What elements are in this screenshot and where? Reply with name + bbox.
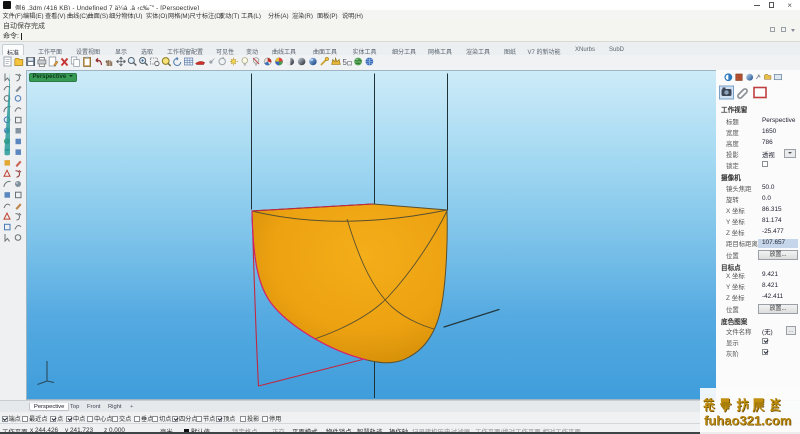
svg-text:5: 5 [343, 58, 348, 67]
